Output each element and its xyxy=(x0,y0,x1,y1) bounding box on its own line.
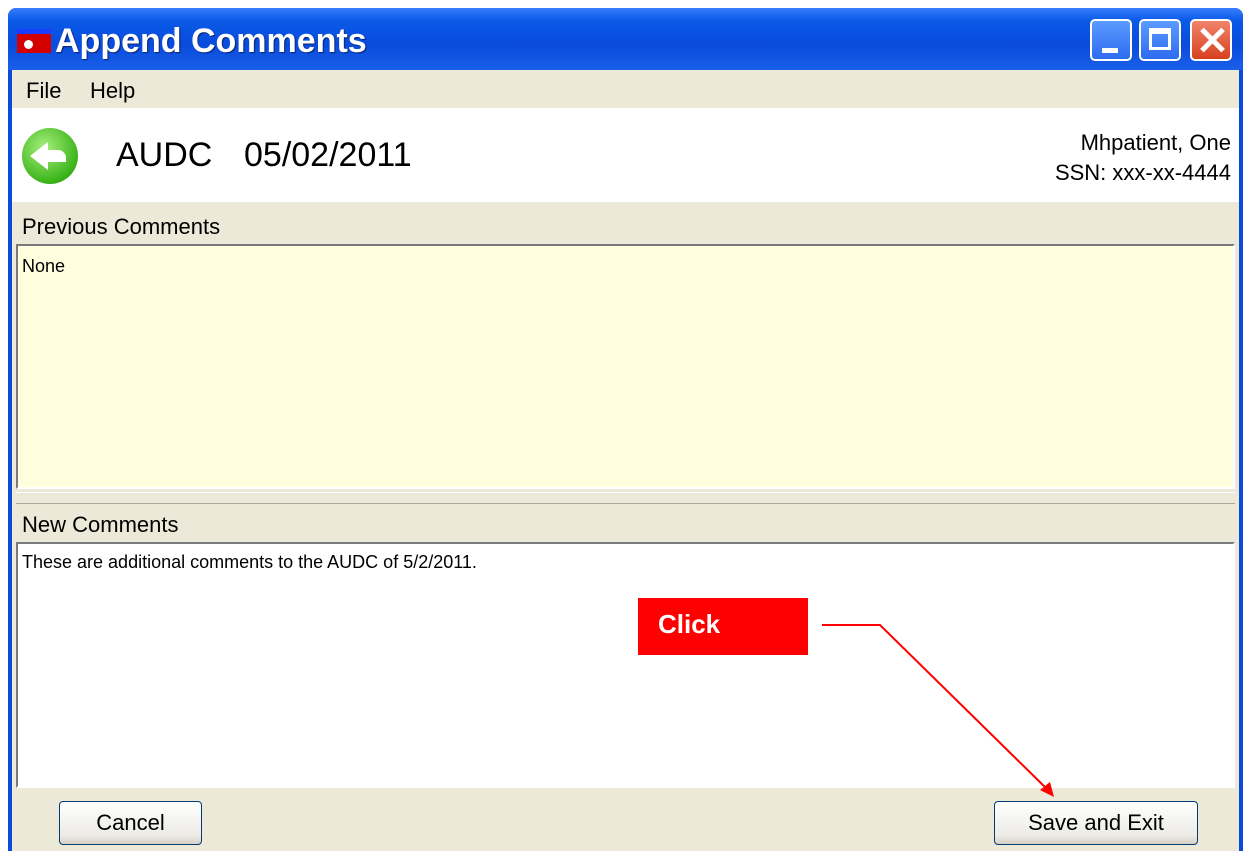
client-area: File Help AUDC 05/02/2011 Mhpatient, One… xyxy=(12,70,1239,851)
click-callout: Click xyxy=(638,598,808,655)
window-title: Append Comments xyxy=(55,22,367,60)
title-bar[interactable]: Append Comments xyxy=(8,8,1243,70)
cancel-button[interactable]: Cancel xyxy=(59,801,202,845)
append-comments-window: Append Comments File Help AUDC 05/02/201… xyxy=(8,8,1243,851)
menu-bar: File Help xyxy=(12,70,1239,108)
new-comments-input[interactable]: These are additional comments to the AUD… xyxy=(16,542,1235,788)
minimize-button[interactable] xyxy=(1090,19,1132,61)
back-arrow-icon[interactable] xyxy=(22,128,78,184)
maximize-button[interactable] xyxy=(1139,19,1181,61)
app-icon xyxy=(17,29,51,53)
document-header: AUDC 05/02/2011 Mhpatient, One SSN: xxx-… xyxy=(12,108,1239,202)
patient-ssn: SSN: xxx-xx-4444 xyxy=(1054,160,1231,185)
document-date: 05/02/2011 xyxy=(244,136,412,174)
menu-file[interactable]: File xyxy=(26,78,61,104)
document-type: AUDC xyxy=(116,136,213,174)
menu-help[interactable]: Help xyxy=(90,78,135,104)
close-button[interactable] xyxy=(1190,19,1232,61)
patient-name: Mhpatient, One xyxy=(1080,130,1231,155)
splitter[interactable] xyxy=(16,492,1235,504)
previous-comments-label: Previous Comments xyxy=(22,214,221,239)
save-and-exit-button[interactable]: Save and Exit xyxy=(994,801,1198,845)
new-comments-label: New Comments xyxy=(22,512,179,537)
previous-comments-box: None xyxy=(16,244,1235,489)
